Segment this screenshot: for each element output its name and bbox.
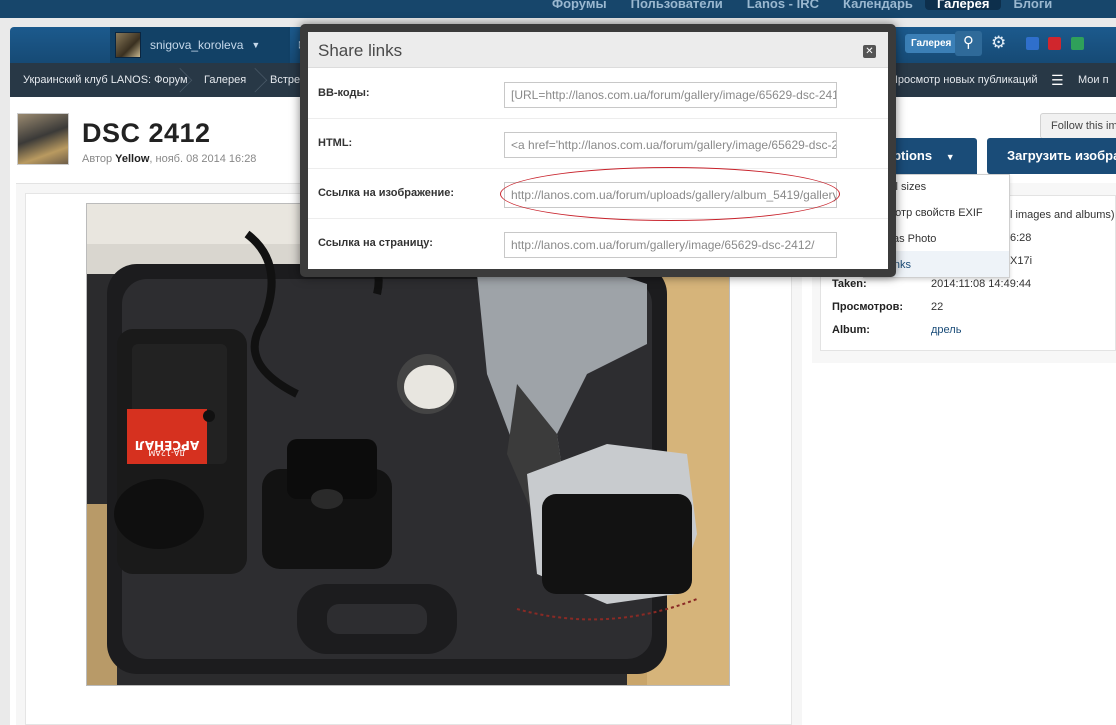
breadcrumb-gallery[interactable]: Галерея <box>204 63 246 97</box>
post-meta: Автор Yellow, нояб. 08 2014 16:28 <box>82 153 256 165</box>
chevron-down-icon: ▼ <box>945 152 955 162</box>
search-button[interactable]: ⚲ <box>955 31 982 56</box>
modal-header: Share links ✕ <box>308 32 888 68</box>
my-content-link[interactable]: Мои п <box>1078 63 1109 97</box>
page-link-field[interactable]: http://lanos.com.ua/forum/gallery/image/… <box>504 232 837 258</box>
share-label-bbcode: BB-коды: <box>318 87 370 99</box>
info-value-0: l images and albums) <box>1010 209 1115 221</box>
page-title: DSC 2412 <box>82 118 211 148</box>
username[interactable]: snigova_koroleva <box>150 38 243 52</box>
top-nav: Форумы Пользователи Lanos - IRC Календар… <box>540 0 1064 18</box>
html-field[interactable]: <a href='http://lanos.com.ua/forum/galle… <box>504 132 837 158</box>
breadcrumb-forum[interactable]: Украинский клуб LANOS: Форум <box>23 63 188 97</box>
info-value-views: 22 <box>931 301 944 313</box>
upload-image-button[interactable]: Загрузить изобра <box>987 138 1116 174</box>
gear-icon[interactable]: ⚙ <box>991 33 1006 53</box>
user-menu[interactable]: snigova_koroleva ▼ <box>110 27 290 63</box>
share-label-page-link: Ссылка на страницу: <box>318 237 433 249</box>
list-icon: ☰ <box>1051 72 1064 88</box>
info-value-1: 6:28 <box>1010 232 1032 244</box>
info-label-views: Просмотров: <box>832 301 904 313</box>
search-icon: ⚲ <box>963 34 974 51</box>
share-row-bbcode: BB-коды: [URL=http://lanos.com.ua/forum/… <box>308 69 888 119</box>
share-links-modal: Share links ✕ BB-коды: [URL=http://lanos… <box>308 32 888 269</box>
share-row-page-link: Ссылка на страницу: http://lanos.com.ua/… <box>308 219 888 269</box>
theme-green-icon[interactable] <box>1071 37 1084 50</box>
info-value-album[interactable]: дрель <box>931 324 961 336</box>
share-label-html: HTML: <box>318 137 353 149</box>
info-value-taken: 2014:11:08 14:49:44 <box>931 278 1032 290</box>
breadcrumb-separator <box>255 63 267 97</box>
info-value-2: X17i <box>1010 255 1033 267</box>
nav-gallery[interactable]: Галерея <box>924 0 1002 10</box>
avatar <box>115 32 141 58</box>
share-row-html: HTML: <a href='http://lanos.com.ua/forum… <box>308 119 888 169</box>
annotation-highlight <box>500 167 840 221</box>
nav-blogs[interactable]: Блоги <box>1001 0 1064 10</box>
author-link[interactable]: Yellow <box>115 153 149 165</box>
breadcrumb-separator <box>180 63 192 97</box>
post-date: , нояб. 08 2014 16:28 <box>149 153 257 165</box>
bbcode-field[interactable]: [URL=http://lanos.com.ua/forum/gallery/i… <box>504 82 837 108</box>
theme-red-icon[interactable] <box>1048 37 1061 50</box>
nav-calendar[interactable]: Календарь <box>831 0 925 10</box>
info-label-taken: Taken: <box>832 278 867 290</box>
view-new-posts-link[interactable]: Просмотр новых публикаций <box>890 63 1038 97</box>
menu-item-set-as-photo[interactable]: as Photo <box>893 233 936 245</box>
meta-prefix: Автор <box>82 153 116 165</box>
theme-blue-icon[interactable] <box>1026 37 1039 50</box>
info-label-album: Album: <box>832 324 870 336</box>
search-scope-button[interactable]: Галерея <box>905 34 958 53</box>
author-avatar[interactable] <box>17 113 69 165</box>
chevron-down-icon[interactable]: ▼ <box>251 40 260 50</box>
nav-users[interactable]: Пользователи <box>619 0 735 10</box>
follow-button[interactable]: Follow this im <box>1040 113 1116 139</box>
modal-title: Share links <box>318 41 403 60</box>
close-icon[interactable]: ✕ <box>863 45 876 58</box>
charger-model-label: ДА-12АМ <box>148 448 185 457</box>
nav-irc[interactable]: Lanos - IRC <box>735 0 831 10</box>
share-label-image-link: Ссылка на изображение: <box>318 187 455 199</box>
nav-forums[interactable]: Форумы <box>540 0 619 10</box>
